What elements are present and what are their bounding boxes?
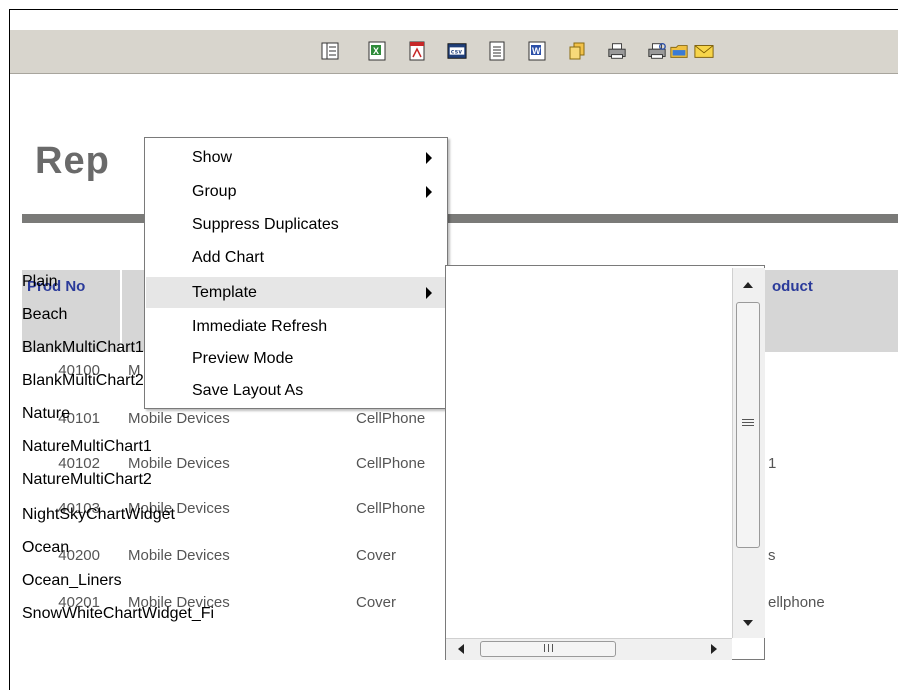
template-item-ocean[interactable]: Ocean	[22, 539, 69, 557]
print-icon[interactable]	[607, 41, 627, 61]
template-item-snowwhitechartwidget[interactable]: SnowWhiteChartWidget_Fi	[22, 605, 214, 623]
email-icon[interactable]	[694, 41, 714, 61]
copy-icon[interactable]	[567, 41, 587, 61]
report-title: Rep	[35, 140, 110, 182]
scroll-left-icon[interactable]	[458, 644, 464, 654]
cell-product: ellphone	[768, 594, 825, 611]
csv-label: csv	[451, 49, 463, 56]
template-item-nightskychartwidget[interactable]: NightSkyChartWidget	[22, 506, 175, 524]
menu-item-preview-mode[interactable]: Preview Mode	[146, 343, 446, 374]
menu-item-label: Suppress Duplicates	[192, 216, 339, 233]
menu-item-label: Show	[192, 149, 233, 166]
menu-item-group[interactable]: Group	[146, 176, 446, 207]
context-menu: Show Group Suppress Duplicates Add Chart…	[144, 137, 448, 409]
cell-product: 1	[768, 455, 777, 472]
cell-product-type: CellPhone	[356, 410, 426, 427]
template-item-plain[interactable]: Plain	[22, 273, 58, 291]
cell-product-type: CellPhone	[356, 500, 426, 517]
scroll-down-icon[interactable]	[743, 620, 753, 626]
menu-item-label: Add Chart	[192, 249, 265, 266]
cell-product-type: Cover	[356, 594, 397, 611]
template-item-naturemultichart1[interactable]: NatureMultiChart1	[22, 438, 152, 456]
menu-item-label: Save Layout As	[192, 382, 304, 399]
menu-item-add-chart[interactable]: Add Chart	[146, 242, 446, 273]
grip-line	[742, 425, 754, 426]
csv-icon[interactable]: csv	[447, 41, 467, 61]
cell-prod-no: 40102	[58, 455, 100, 472]
menu-item-immediate-refresh[interactable]: Immediate Refresh	[146, 311, 446, 342]
layout-icon[interactable]	[320, 41, 340, 61]
report-toolbar: X csv W	[10, 30, 898, 74]
submenu-arrow-icon	[426, 186, 432, 198]
menu-item-label: Group	[192, 183, 237, 200]
template-item-ocean-liners[interactable]: Ocean_Liners	[22, 572, 122, 590]
scroll-right-icon[interactable]	[711, 644, 717, 654]
cell-product-type: CellPhone	[356, 455, 426, 472]
menu-item-label: Preview Mode	[192, 350, 294, 367]
cell-product-line: Mobile Devices	[128, 410, 230, 427]
print-preview-icon[interactable]	[647, 41, 667, 61]
menu-item-show[interactable]: Show	[146, 142, 446, 173]
column-header-product[interactable]: oduct	[772, 278, 813, 295]
template-item-blankmultichart2[interactable]: BlankMultiChart2	[22, 372, 144, 390]
template-submenu	[445, 265, 765, 660]
cell-product-line: Mobile Devices	[128, 455, 230, 472]
svg-text:X: X	[373, 46, 379, 56]
menu-item-save-layout-as[interactable]: Save Layout As	[146, 375, 446, 406]
menu-item-template[interactable]: Template	[146, 277, 446, 308]
template-item-beach[interactable]: Beach	[22, 306, 67, 324]
text-icon[interactable]	[487, 41, 507, 61]
pdf-icon[interactable]	[407, 41, 427, 61]
word-label: W	[532, 46, 541, 56]
grip-line	[742, 422, 754, 423]
template-item-naturemultichart2[interactable]: NatureMultiChart2	[22, 471, 152, 489]
cell-product-line: Mobile Devices	[128, 547, 230, 564]
cell-product-type: Cover	[356, 547, 397, 564]
word-icon[interactable]: W	[527, 41, 547, 61]
folder-icon[interactable]	[669, 41, 689, 61]
template-item-nature[interactable]: Nature	[22, 405, 70, 423]
grip-line	[742, 419, 754, 420]
cell-product: s	[768, 547, 776, 564]
menu-item-label: Template	[192, 284, 257, 301]
excel-icon[interactable]: X	[367, 41, 387, 61]
grip-line	[544, 644, 545, 652]
scroll-up-icon[interactable]	[743, 282, 753, 288]
submenu-arrow-icon	[426, 152, 432, 164]
template-item-blankmultichart1[interactable]: BlankMultiChart1	[22, 339, 144, 357]
submenu-arrow-icon	[426, 287, 432, 299]
menu-item-suppress-duplicates[interactable]: Suppress Duplicates	[146, 209, 446, 240]
menu-item-label: Immediate Refresh	[192, 318, 328, 335]
grip-line	[548, 644, 549, 652]
grip-line	[552, 644, 553, 652]
